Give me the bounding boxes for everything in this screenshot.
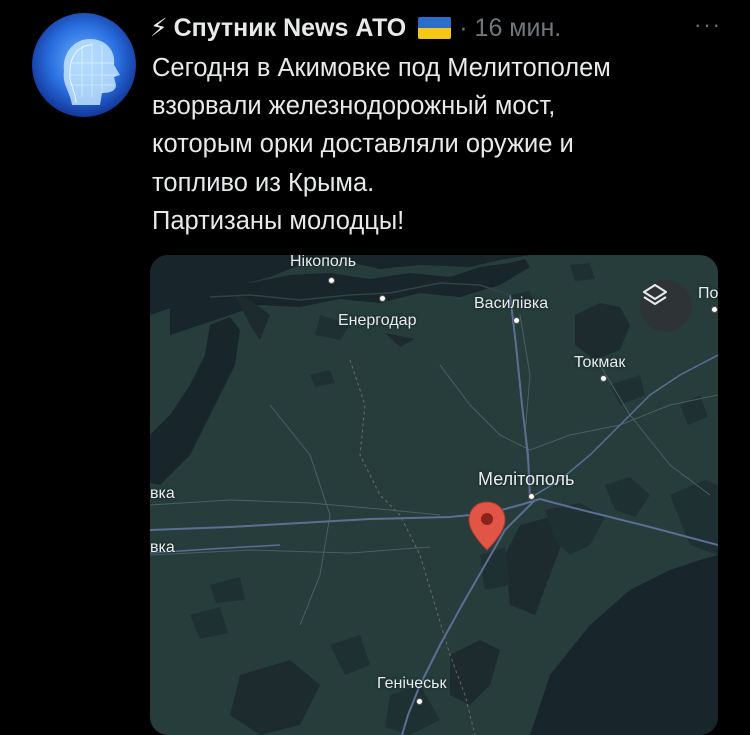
avatar[interactable] [32, 13, 136, 117]
map-label-vasylivka: Василівка [474, 295, 549, 312]
map-label-vka-2: вка [150, 539, 175, 556]
map-label-vka-1: вка [150, 485, 175, 502]
tweet-line: топливо из Крыма. [152, 168, 375, 197]
tweet-line: взорвали железнодорожный мост, [152, 92, 556, 121]
tweet-line: Партизаны молодцы! [152, 206, 405, 235]
map-label-melitopol: Мелітополь [478, 469, 575, 489]
tweet-timestamp[interactable]: · 16 мин. [459, 14, 561, 43]
tweet-text: Сегодня в Акимовке под Мелитополем взорв… [152, 49, 732, 240]
map-label-pol: Пол [698, 285, 718, 302]
map-layers-button[interactable] [640, 280, 692, 332]
map-city-dot [513, 317, 520, 324]
ukraine-flag-icon [418, 17, 452, 39]
map-city-dot [528, 493, 535, 500]
tweet-line: Сегодня в Акимовке под Мелитополем [152, 54, 611, 82]
map-city-dot [416, 698, 423, 705]
map-city-dot [711, 306, 718, 313]
layers-icon [642, 283, 668, 306]
map-city-dot [328, 277, 335, 284]
map-label-henichesk: Генічеськ [377, 675, 447, 692]
map-canvas [150, 255, 718, 735]
tweet-header: ⚡ Спутник News АТО · 16 мин. ··· [150, 10, 730, 46]
more-options-icon[interactable]: ··· [694, 12, 722, 38]
map-city-dot [379, 295, 386, 302]
map-card[interactable]: Нікополь Енергодар Василівка Пол Токмак … [150, 255, 718, 735]
tweet-line: которым орки доставляли оружие и [152, 130, 574, 159]
map-label-nikopol: Нікополь [290, 255, 357, 270]
map-label-enerhodar: Енергодар [338, 312, 417, 329]
map-city-dot [600, 375, 607, 382]
author-name[interactable]: Спутник News АТО [174, 14, 407, 43]
lightning-icon: ⚡ [150, 13, 168, 42]
map-label-tokmak: Токмак [574, 354, 626, 371]
